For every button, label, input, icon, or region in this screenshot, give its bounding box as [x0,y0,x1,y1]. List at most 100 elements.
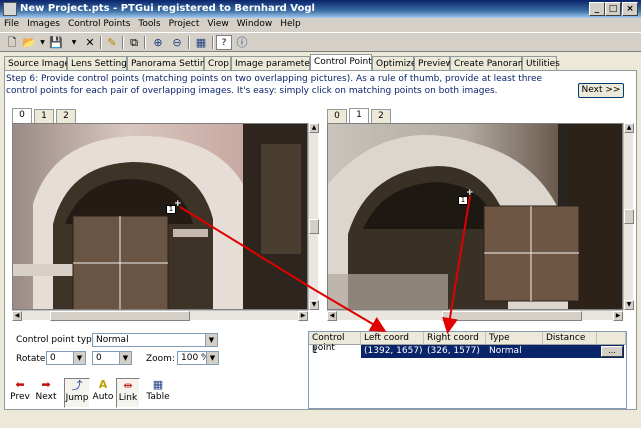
next-cp-button[interactable]: ➡ Next [34,378,58,408]
prev-label: Prev [10,392,30,402]
scroll-down-icon[interactable]: ▼ [309,300,319,310]
link-toggle[interactable]: ⇹ Link [116,378,140,408]
jump-label: Jump [65,393,89,403]
row-distance[interactable] [543,345,597,358]
left-image-tab-2[interactable]: 2 [56,109,76,123]
left-vscroll[interactable]: ▲ ▼ [308,123,319,310]
delete-icon[interactable]: ✕ [82,35,98,50]
table-button[interactable]: ▦ Table [145,378,171,408]
tab-panorama-settings[interactable]: Panorama Settings [127,56,216,71]
recent-dropdown-icon[interactable]: ▼ [38,35,47,50]
left-cp-crosshair-icon[interactable]: + [174,199,182,209]
menu-view[interactable]: View [203,18,232,29]
tab-image-parameters[interactable]: Image parameters [231,56,318,71]
maximize-button[interactable]: □ [605,2,621,16]
arrow-right-icon: ➡ [41,378,51,391]
menu-window[interactable]: Window [233,18,277,29]
tab-lens-settings[interactable]: Lens Settings [67,56,132,71]
col-header-left-coord[interactable]: Left coord [361,332,424,345]
scroll-up-icon[interactable]: ▲ [309,123,319,133]
right-image-tab-1[interactable]: 1 [349,108,369,123]
chevron-down-icon: ▼ [73,352,85,364]
left-image-tab-0[interactable]: 0 [12,108,32,123]
arrow-left-icon: ⬅ [15,378,25,391]
right-cp-crosshair-icon[interactable]: + [466,188,474,198]
jump-toggle[interactable]: ⤴ Jump [64,378,90,408]
left-image-view[interactable] [12,123,308,310]
tab-create-panorama[interactable]: Create Panorama [450,56,532,71]
tab-utilities[interactable]: Utilities [522,56,560,71]
chevron-down-icon: ▼ [205,334,217,346]
next-cp-label: Next [35,392,57,402]
right-photo [328,124,622,309]
menu-file[interactable]: File [0,18,23,29]
col-header-type[interactable]: Type [486,332,543,345]
rotate-right-select[interactable]: 0 ▼ [92,351,132,365]
rotate-left-select[interactable]: 0 ▼ [46,351,86,365]
scroll-up-icon[interactable]: ▲ [624,123,634,133]
right-hscroll-thumb[interactable] [442,311,582,321]
right-image-tab-0[interactable]: 0 [327,109,347,123]
left-hscroll[interactable]: ◀ ▶ [12,310,308,321]
menu-help[interactable]: Help [276,18,305,29]
col-header-spacer [597,332,626,345]
menu-project[interactable]: Project [165,18,204,29]
scroll-right-icon[interactable]: ▶ [613,311,623,321]
menu-tools[interactable]: Tools [134,18,164,29]
menu-images[interactable]: Images [23,18,64,29]
row-cp[interactable]: 1 [309,345,361,358]
right-vscroll[interactable]: ▲ ▼ [623,123,634,310]
row-right-coord[interactable]: (326, 1577) [424,345,486,358]
panorama-editor-icon[interactable]: ▦ [193,35,209,50]
tab-control-points[interactable]: Control Points [310,54,376,71]
toolbar: 🗋 📂 ▼ 💾 ▼ ✕ ✎ ⧉ ⊕ ⊖ ▦ ? ⓘ [0,32,641,52]
auto-toggle[interactable]: A Auto [91,378,115,408]
open-folder-icon[interactable]: 📂 [21,35,37,50]
scroll-left-icon[interactable]: ◀ [327,311,337,321]
col-header-distance[interactable]: Distance [543,332,597,345]
save-icon[interactable]: 💾 [48,35,64,50]
scroll-down-icon[interactable]: ▼ [624,300,634,310]
scroll-right-icon[interactable]: ▶ [298,311,308,321]
next-button[interactable]: Next >> [578,83,624,98]
left-photo [13,124,307,309]
right-hscroll[interactable]: ◀ ▶ [327,310,623,321]
scroll-left-icon[interactable]: ◀ [12,311,22,321]
left-hscroll-thumb[interactable] [50,311,190,321]
copy-icon[interactable]: ⧉ [126,35,142,50]
col-header-control-point[interactable]: Control point [309,332,361,353]
save-dropdown-icon[interactable]: ▼ [66,35,82,50]
row-ellipsis-button[interactable]: ... [601,346,623,357]
left-vscroll-thumb[interactable] [309,219,319,234]
help-icon[interactable]: ? [216,35,232,50]
tab-optimizer[interactable]: Optimizer [372,56,420,71]
window-title: New Project.pts - PTGui registered to Be… [20,3,315,14]
zoom-label: Zoom: [146,354,175,364]
rotate-left-value: 0 [50,353,56,363]
prev-button[interactable]: ⬅ Prev [8,378,32,408]
zoom-select[interactable]: 100 % ▼ [177,351,219,365]
minimize-button[interactable]: _ [589,2,605,16]
row-left-coord[interactable]: (1392, 1657) [361,345,424,358]
menu-bar: File Images Control Points Tools Project View… [0,18,641,32]
tab-source-images[interactable]: Source Images [4,56,75,71]
right-vscroll-thumb[interactable] [624,209,634,224]
menu-control-points[interactable]: Control Points [64,18,134,29]
zoom-out-icon[interactable]: ⊖ [169,35,185,50]
close-button[interactable]: × [622,2,638,16]
cp-type-select[interactable]: Normal ▼ [92,333,218,347]
row-type[interactable]: Normal [486,345,543,358]
zoom-in-icon[interactable]: ⊕ [150,35,166,50]
right-image-tab-2[interactable]: 2 [371,109,391,123]
info-icon[interactable]: ⓘ [234,35,250,50]
app-icon[interactable] [3,2,17,16]
right-image-view[interactable] [327,123,623,310]
new-file-icon[interactable]: 🗋 [4,35,20,50]
chevron-down-icon: ▼ [119,352,131,364]
col-header-right-coord[interactable]: Right coord [424,332,486,345]
tab-preview[interactable]: Preview [414,56,453,71]
wand-icon[interactable]: ✎ [104,35,120,50]
left-image-tab-1[interactable]: 1 [34,109,54,123]
tab-crop[interactable]: Crop [204,56,231,71]
rotate-right-value: 0 [96,353,102,363]
